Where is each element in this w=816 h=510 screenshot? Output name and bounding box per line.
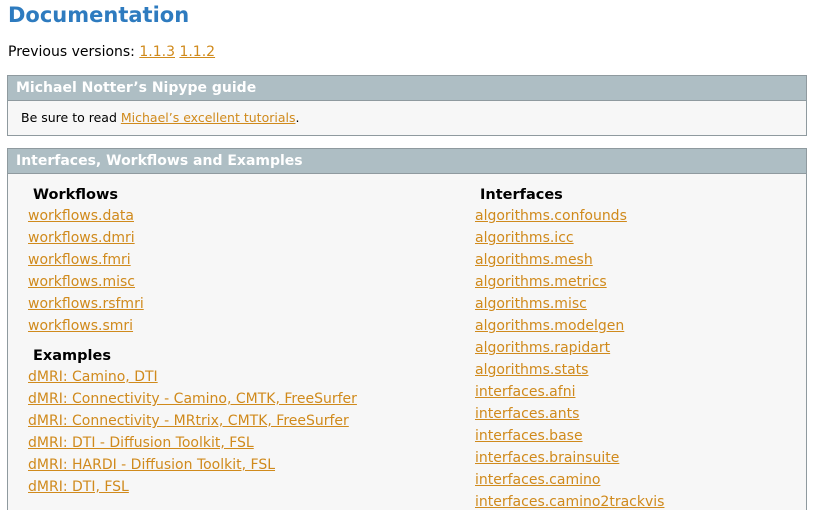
example-link[interactable]: dMRI: HARDI - Diffusion Toolkit, FSL bbox=[28, 457, 275, 473]
guide-text-before: Be sure to read bbox=[21, 110, 121, 125]
interface-link[interactable]: algorithms.rapidart bbox=[475, 340, 610, 356]
example-link[interactable]: dMRI: DTI, FSL bbox=[28, 479, 129, 495]
interfaces-list: algorithms.confounds algorithms.icc algo… bbox=[475, 205, 664, 510]
interface-link[interactable]: algorithms.modelgen bbox=[475, 318, 624, 334]
interfaces-heading: Interfaces bbox=[480, 187, 563, 203]
guide-box-body: Be sure to read Michael’s excellent tuto… bbox=[8, 101, 806, 126]
list-item: algorithms.metrics bbox=[475, 271, 664, 293]
interface-link[interactable]: interfaces.ants bbox=[475, 406, 579, 422]
list-item: workflows.smri bbox=[28, 315, 357, 337]
interface-link[interactable]: interfaces.camino2trackvis bbox=[475, 494, 664, 510]
example-link[interactable]: dMRI: Camino, DTI bbox=[28, 369, 158, 385]
workflow-link[interactable]: workflows.fmri bbox=[28, 252, 131, 268]
workflow-link[interactable]: workflows.rsfmri bbox=[28, 296, 144, 312]
list-item: dMRI: DTI, FSL bbox=[28, 476, 357, 498]
guide-text-after: . bbox=[295, 110, 300, 125]
list-item: algorithms.modelgen bbox=[475, 315, 664, 337]
interface-link[interactable]: algorithms.mesh bbox=[475, 252, 593, 268]
guide-box-title: Michael Notter’s Nipype guide bbox=[8, 76, 806, 101]
list-item: algorithms.confounds bbox=[475, 205, 664, 227]
workflows-heading: Workflows bbox=[33, 187, 118, 203]
interface-link[interactable]: algorithms.icc bbox=[475, 230, 574, 246]
list-item: algorithms.stats bbox=[475, 359, 664, 381]
guide-box: Michael Notter’s Nipype guide Be sure to… bbox=[7, 75, 807, 136]
list-item: interfaces.base bbox=[475, 425, 664, 447]
previous-versions: Previous versions: 1.1.3 1.1.2 bbox=[8, 43, 215, 61]
list-item: workflows.rsfmri bbox=[28, 293, 357, 315]
list-item: dMRI: DTI - Diffusion Toolkit, FSL bbox=[28, 432, 357, 454]
workflow-link[interactable]: workflows.dmri bbox=[28, 230, 135, 246]
examples-list: dMRI: Camino, DTI dMRI: Connectivity - C… bbox=[28, 366, 357, 498]
page-title: Documentation bbox=[8, 3, 190, 27]
workflow-link[interactable]: workflows.smri bbox=[28, 318, 133, 334]
left-column: Workflows workflows.data workflows.dmri … bbox=[28, 176, 357, 498]
list-item: workflows.data bbox=[28, 205, 357, 227]
list-item: interfaces.camino bbox=[475, 469, 664, 491]
list-item: interfaces.ants bbox=[475, 403, 664, 425]
list-item: dMRI: HARDI - Diffusion Toolkit, FSL bbox=[28, 454, 357, 476]
workflow-link[interactable]: workflows.data bbox=[28, 208, 134, 224]
list-item: interfaces.afni bbox=[475, 381, 664, 403]
list-item: dMRI: Connectivity - Camino, CMTK, FreeS… bbox=[28, 388, 357, 410]
documentation-page: Documentation Previous versions: 1.1.3 1… bbox=[0, 0, 816, 510]
list-item: dMRI: Camino, DTI bbox=[28, 366, 357, 388]
workflows-list: workflows.data workflows.dmri workflows.… bbox=[28, 205, 357, 337]
interface-link[interactable]: algorithms.metrics bbox=[475, 274, 607, 290]
interface-link[interactable]: interfaces.afni bbox=[475, 384, 575, 400]
interface-link[interactable]: algorithms.stats bbox=[475, 362, 588, 378]
list-item: workflows.fmri bbox=[28, 249, 357, 271]
interface-link[interactable]: algorithms.confounds bbox=[475, 208, 627, 224]
list-item: workflows.dmri bbox=[28, 227, 357, 249]
list-item: workflows.misc bbox=[28, 271, 357, 293]
workflow-link[interactable]: workflows.misc bbox=[28, 274, 135, 290]
right-column: Interfaces algorithms.confounds algorith… bbox=[475, 176, 664, 510]
iwe-box: Interfaces, Workflows and Examples Workf… bbox=[7, 148, 807, 510]
examples-heading: Examples bbox=[33, 348, 111, 364]
interface-link[interactable]: interfaces.base bbox=[475, 428, 583, 444]
version-link-1-1-2[interactable]: 1.1.2 bbox=[179, 44, 215, 60]
interface-link[interactable]: interfaces.camino bbox=[475, 472, 600, 488]
version-link-1-1-3[interactable]: 1.1.3 bbox=[139, 44, 175, 60]
previous-versions-label: Previous versions: bbox=[8, 44, 135, 60]
list-item: algorithms.mesh bbox=[475, 249, 664, 271]
interface-link[interactable]: algorithms.misc bbox=[475, 296, 587, 312]
example-link[interactable]: dMRI: DTI - Diffusion Toolkit, FSL bbox=[28, 435, 254, 451]
list-item: algorithms.misc bbox=[475, 293, 664, 315]
list-item: dMRI: Connectivity - MRtrix, CMTK, FreeS… bbox=[28, 410, 357, 432]
list-item: algorithms.icc bbox=[475, 227, 664, 249]
list-item: interfaces.camino2trackvis bbox=[475, 491, 664, 510]
iwe-box-title: Interfaces, Workflows and Examples bbox=[8, 149, 806, 174]
list-item: algorithms.rapidart bbox=[475, 337, 664, 359]
example-link[interactable]: dMRI: Connectivity - Camino, CMTK, FreeS… bbox=[28, 391, 357, 407]
example-link[interactable]: dMRI: Connectivity - MRtrix, CMTK, FreeS… bbox=[28, 413, 349, 429]
tutorials-link[interactable]: Michael’s excellent tutorials bbox=[121, 110, 296, 125]
interface-link[interactable]: interfaces.brainsuite bbox=[475, 450, 619, 466]
list-item: interfaces.brainsuite bbox=[475, 447, 664, 469]
